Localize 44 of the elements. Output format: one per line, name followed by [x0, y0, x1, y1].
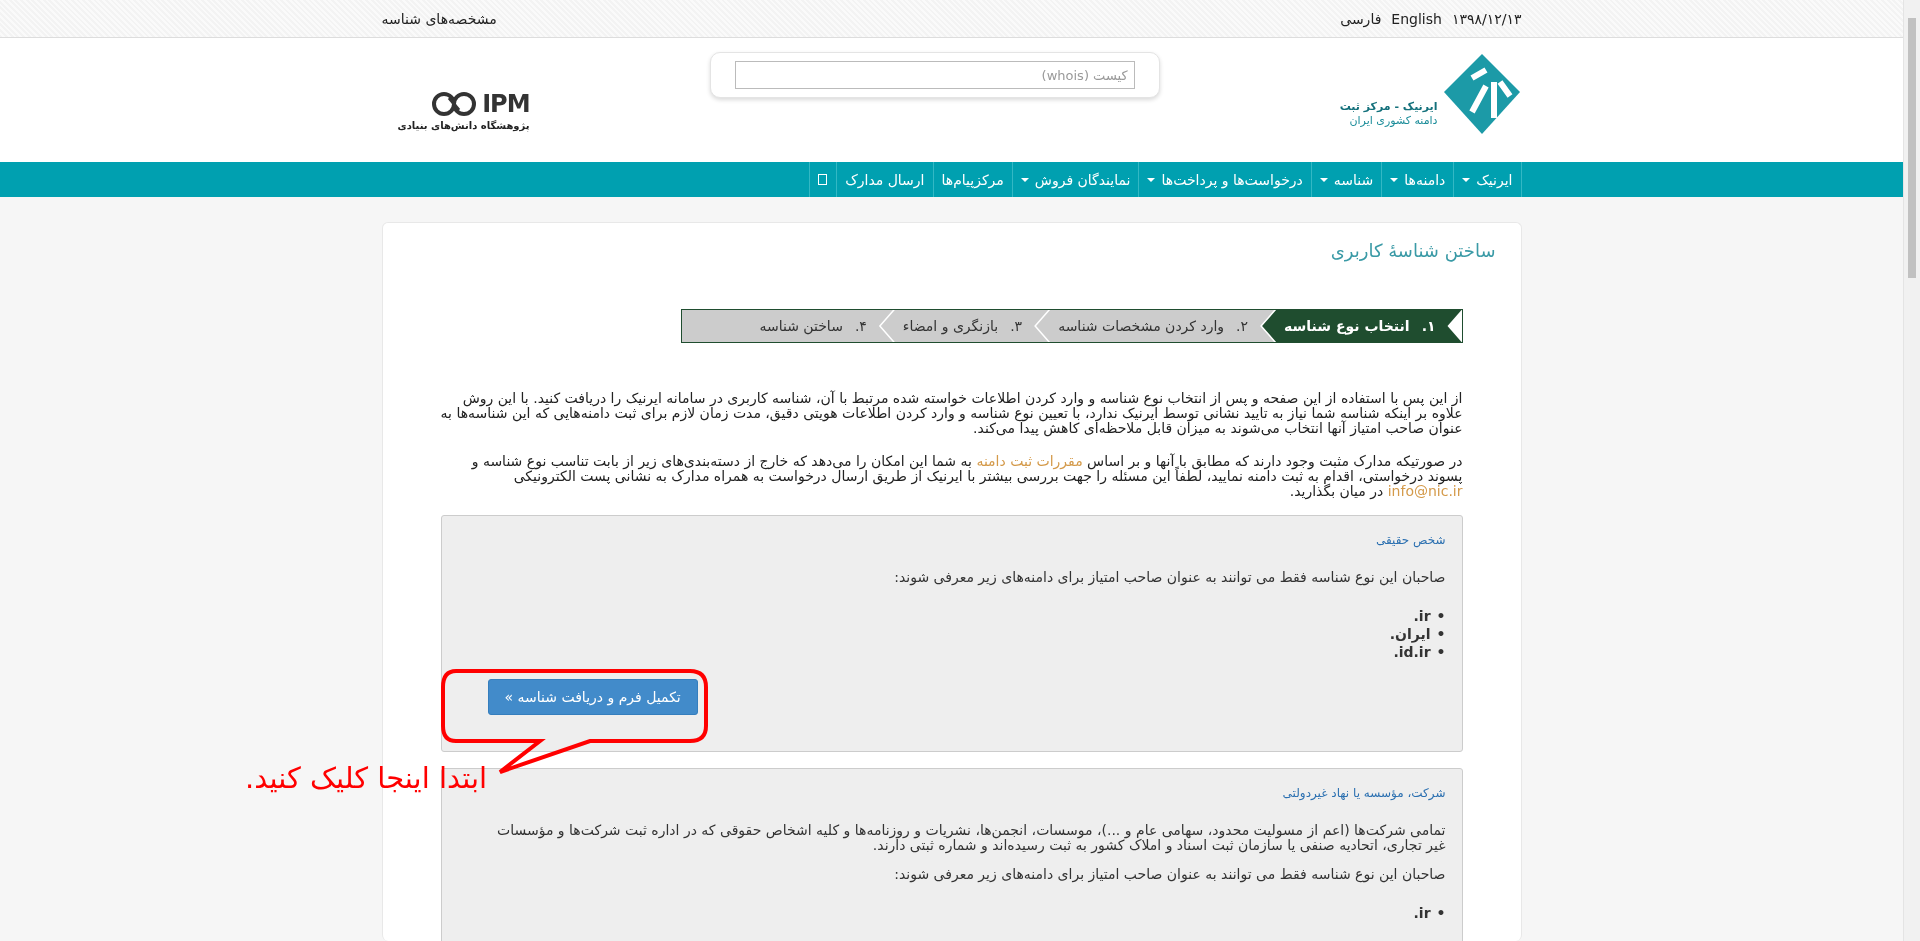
callout-text: ابتدا اینجا کلیک کنید.: [245, 760, 488, 796]
bullet-mark: •: [1436, 643, 1446, 661]
bullet-mark: •: [1436, 607, 1446, 625]
nav-item[interactable]: درخواست‌ها و پرداخت‌ها: [1138, 162, 1311, 197]
box-text: صاحبان این نوع شناسه فقط می توانند به عنوان صاحب امتیاز برای دامنه‌های زیر معرفی شوند:: [893, 570, 1446, 585]
nav-item[interactable]: ایرنیک: [1453, 162, 1522, 197]
nav-item[interactable]: ارسال مدارک: [836, 162, 933, 197]
nav-item[interactable]: نمایندگان فروش: [1011, 162, 1139, 197]
caret-icon: [1020, 177, 1029, 182]
date-text: ۱۳۹۸/۱۲/۱۳: [1451, 10, 1522, 27]
partner-logo-text: IPM: [482, 90, 530, 118]
domain-item: .id.ir: [1393, 643, 1431, 661]
text-link[interactable]: info@nic.ir: [1387, 483, 1463, 499]
page-title: ساختن شناسهٔ کاربری: [1329, 239, 1496, 261]
intro-paragraph: از این پس با استفاده از این صفحه و پس از انتخاب نوع شناسه و وارد کردن اطلاعات خواسته شده مرتبط با آن، شناسه کاربری در سامانه ایرنیک را دریافت کنید. با این روش علاوه بر اینکه شناسه شما نیاز به تایید نشانی توسط ایرنیک ندارد، با تعیین نوع شناسه و وارد کردن اطلاعات هویتی دقیق، مدت زمان لازم برای ثبت دامنه‌هایی که این شناسه‌ها به عنوان صاحب امتیاز آنها انتخاب می‌شوند به میزان قابل ملاحظه‌ای کاهش پیدا می‌کند.: [440, 391, 1463, 436]
box-title: شرکت، مؤسسه یا نهاد غیردولتی: [1281, 785, 1446, 801]
submit-button[interactable]: تکمیل فرم و دریافت شناسه »: [487, 679, 698, 715]
bullet-mark: •: [1436, 625, 1446, 643]
nav-item[interactable]: دامنه‌ها: [1381, 162, 1454, 197]
search-field[interactable]: کیست (whois): [734, 61, 1135, 89]
domain-item: .ir: [1413, 607, 1431, 625]
scrollbar-thumb[interactable]: [1908, 18, 1916, 278]
bullet-mark: •: [1436, 904, 1446, 922]
language-link[interactable]: فارسی: [1340, 10, 1382, 27]
text-link[interactable]: مقررات ثبت دامنه: [976, 453, 1083, 469]
box-text: تمامی شرکت‌ها (اعم از مسولیت محدود، سهامی عام و ...)، موسسات، انجمن‌ها، نشریات و روزنامه‌ها و کلیه اشخاص حقوقی که در اداره ثبت شرکت‌ها و مؤسسات غیر تجاری، اتحادیه صنفی یا سازمان ثبت اسناد و املاک کشور به ثبت رسیده‌اند و شماره ثبتی دارند.: [496, 823, 1446, 853]
scrollbar[interactable]: [1903, 0, 1920, 941]
domain-item: .ir: [1413, 904, 1431, 922]
logo-text: ایرنیک - مرکز ثبت: [1339, 100, 1438, 114]
nav-item[interactable]: مرکزپیام‌ها: [932, 162, 1012, 197]
domain-item: .ایران: [1389, 625, 1431, 643]
square-icon: [818, 174, 829, 185]
page-heading: مشخصه‌های شناسه: [381, 10, 497, 27]
nav-item[interactable]: شناسه: [1310, 162, 1382, 197]
caret-icon: [1390, 177, 1399, 182]
language-link[interactable]: English: [1391, 10, 1442, 27]
logo-icon: [1441, 52, 1522, 136]
box-title: شخص حقیقی: [1375, 532, 1446, 548]
partner-subtitle: پژوهشگاه دانش‌های بنیادی: [397, 120, 530, 131]
caret-icon: [1147, 177, 1156, 182]
caret-icon: [1319, 177, 1328, 182]
logo-text: دامنه کشوری ایران: [1348, 114, 1438, 128]
caret-icon: [1462, 177, 1471, 182]
box-text: صاحبان این نوع شناسه فقط می توانند به عنوان صاحب امتیاز برای دامنه‌های زیر معرفی شوند:: [893, 867, 1446, 882]
